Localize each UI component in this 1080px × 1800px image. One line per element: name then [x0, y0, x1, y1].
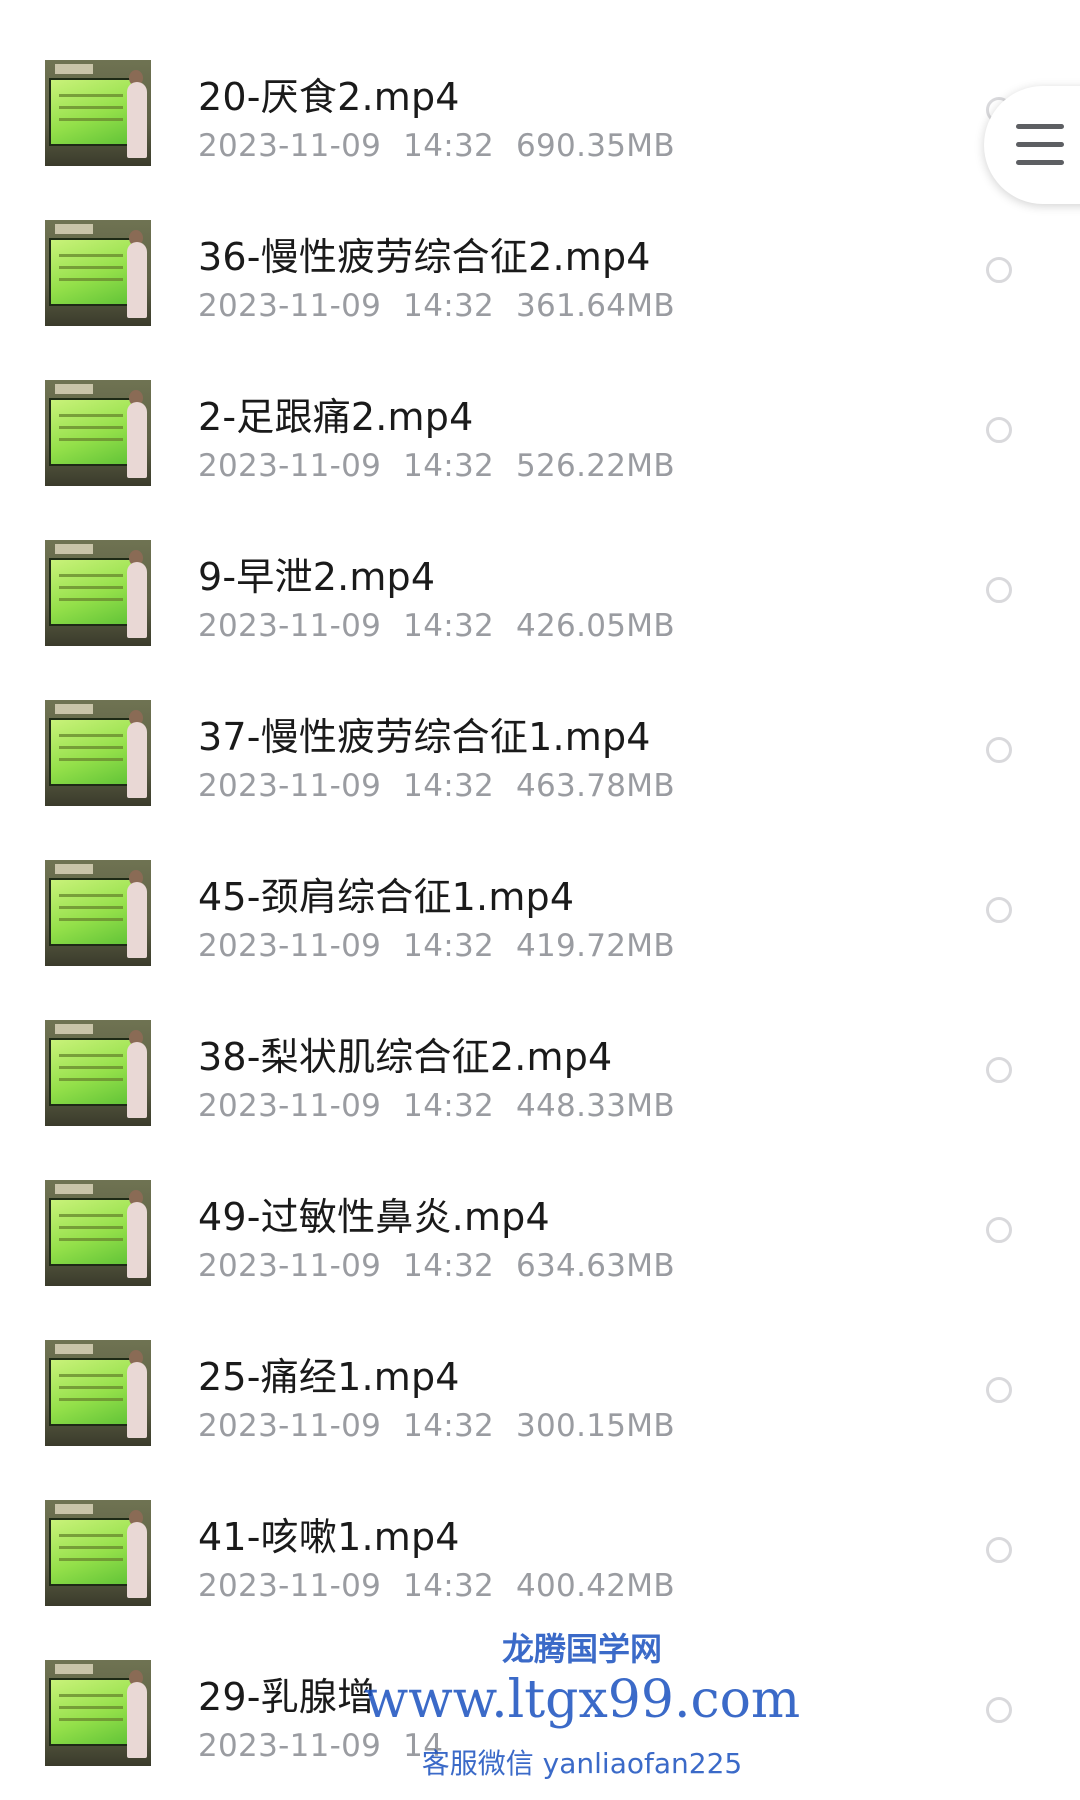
list-item[interactable]: 36-慢性疲劳综合征2.mp4 2023-11-09 14:32 361.64MB	[0, 200, 1080, 360]
file-date: 2023-11-09	[198, 1568, 382, 1604]
video-thumbnail	[45, 700, 151, 806]
select-radio-icon[interactable]	[986, 1377, 1012, 1403]
list-item[interactable]: 29-乳腺增 2023-11-09 14	[0, 1640, 1080, 1800]
video-thumbnail	[45, 220, 151, 326]
file-size: 526.22MB	[516, 448, 675, 484]
list-item[interactable]: 9-早泄2.mp4 2023-11-09 14:32 426.05MB	[0, 520, 1080, 680]
file-name: 29-乳腺增	[198, 1675, 376, 1719]
file-name: 45-颈肩综合征1.mp4	[198, 875, 575, 919]
file-size: 448.33MB	[516, 1088, 675, 1124]
video-thumbnail	[45, 860, 151, 966]
file-time: 14:32	[403, 1408, 495, 1444]
file-time: 14:32	[403, 1088, 495, 1124]
file-size: 690.35MB	[516, 128, 675, 164]
select-radio-icon[interactable]	[986, 897, 1012, 923]
list-item[interactable]: 41-咳嗽1.mp4 2023-11-09 14:32 400.42MB	[0, 1480, 1080, 1640]
file-meta: 2023-11-09 14:32 463.78MB	[198, 768, 697, 804]
file-size: 400.42MB	[516, 1568, 675, 1604]
file-date: 2023-11-09	[198, 608, 382, 644]
file-name: 41-咳嗽1.mp4	[198, 1515, 460, 1559]
file-meta: 2023-11-09 14:32 448.33MB	[198, 1088, 697, 1124]
file-time: 14	[403, 1728, 444, 1764]
file-date: 2023-11-09	[198, 1248, 382, 1284]
list-item[interactable]: 38-梨状肌综合征2.mp4 2023-11-09 14:32 448.33MB	[0, 1000, 1080, 1160]
file-size: 300.15MB	[516, 1408, 675, 1444]
video-thumbnail	[45, 1660, 151, 1766]
select-radio-icon[interactable]	[986, 1697, 1012, 1723]
video-thumbnail	[45, 540, 151, 646]
file-meta: 2023-11-09 14:32 426.05MB	[198, 608, 697, 644]
file-meta: 2023-11-09 14	[198, 1728, 487, 1764]
select-radio-icon[interactable]	[986, 1057, 1012, 1083]
file-date: 2023-11-09	[198, 1408, 382, 1444]
list-item[interactable]: 49-过敏性鼻炎.mp4 2023-11-09 14:32 634.63MB	[0, 1160, 1080, 1320]
file-name: 49-过敏性鼻炎.mp4	[198, 1195, 550, 1239]
file-meta: 2023-11-09 14:32 690.35MB	[198, 128, 697, 164]
file-date: 2023-11-09	[198, 128, 382, 164]
file-meta: 2023-11-09 14:32 400.42MB	[198, 1568, 697, 1604]
file-date: 2023-11-09	[198, 288, 382, 324]
select-radio-icon[interactable]	[986, 1217, 1012, 1243]
file-size: 361.64MB	[516, 288, 675, 324]
file-size: 426.05MB	[516, 608, 675, 644]
file-meta: 2023-11-09 14:32 419.72MB	[198, 928, 697, 964]
file-size: 634.63MB	[516, 1248, 675, 1284]
file-date: 2023-11-09	[198, 928, 382, 964]
file-name: 38-梨状肌综合征2.mp4	[198, 1035, 613, 1079]
select-radio-icon[interactable]	[986, 577, 1012, 603]
list-item[interactable]: 2-足跟痛2.mp4 2023-11-09 14:32 526.22MB	[0, 360, 1080, 520]
file-time: 14:32	[403, 288, 495, 324]
file-meta: 2023-11-09 14:32 634.63MB	[198, 1248, 697, 1284]
file-date: 2023-11-09	[198, 768, 382, 804]
file-time: 14:32	[403, 768, 495, 804]
list-item[interactable]: 45-颈肩综合征1.mp4 2023-11-09 14:32 419.72MB	[0, 840, 1080, 1000]
select-radio-icon[interactable]	[986, 1537, 1012, 1563]
file-size: 419.72MB	[516, 928, 675, 964]
video-thumbnail	[45, 1020, 151, 1126]
file-time: 14:32	[403, 928, 495, 964]
file-meta: 2023-11-09 14:32 361.64MB	[198, 288, 697, 324]
file-date: 2023-11-09	[198, 448, 382, 484]
select-radio-icon[interactable]	[986, 257, 1012, 283]
file-meta: 2023-11-09 14:32 300.15MB	[198, 1408, 697, 1444]
file-date: 2023-11-09	[198, 1088, 382, 1124]
file-name: 37-慢性疲劳综合征1.mp4	[198, 715, 651, 759]
video-thumbnail	[45, 380, 151, 486]
file-time: 14:32	[403, 1248, 495, 1284]
file-name: 25-痛经1.mp4	[198, 1355, 460, 1399]
file-time: 14:32	[403, 128, 495, 164]
file-time: 14:32	[403, 448, 495, 484]
list-item[interactable]: 25-痛经1.mp4 2023-11-09 14:32 300.15MB	[0, 1320, 1080, 1480]
list-item[interactable]: 37-慢性疲劳综合征1.mp4 2023-11-09 14:32 463.78MB	[0, 680, 1080, 840]
file-name: 2-足跟痛2.mp4	[198, 395, 474, 439]
select-radio-icon[interactable]	[986, 417, 1012, 443]
video-thumbnail	[45, 60, 151, 166]
select-radio-icon[interactable]	[986, 737, 1012, 763]
file-size: 463.78MB	[516, 768, 675, 804]
video-thumbnail	[45, 1180, 151, 1286]
file-name: 9-早泄2.mp4	[198, 555, 436, 599]
file-date: 2023-11-09	[198, 1728, 382, 1764]
file-meta: 2023-11-09 14:32 526.22MB	[198, 448, 697, 484]
file-name: 20-厌食2.mp4	[198, 75, 460, 119]
video-thumbnail	[45, 1340, 151, 1446]
file-name: 36-慢性疲劳综合征2.mp4	[198, 235, 651, 279]
file-time: 14:32	[403, 608, 495, 644]
list-item[interactable]: 20-厌食2.mp4 2023-11-09 14:32 690.35MB	[0, 40, 1080, 200]
video-thumbnail	[45, 1500, 151, 1606]
file-time: 14:32	[403, 1568, 495, 1604]
